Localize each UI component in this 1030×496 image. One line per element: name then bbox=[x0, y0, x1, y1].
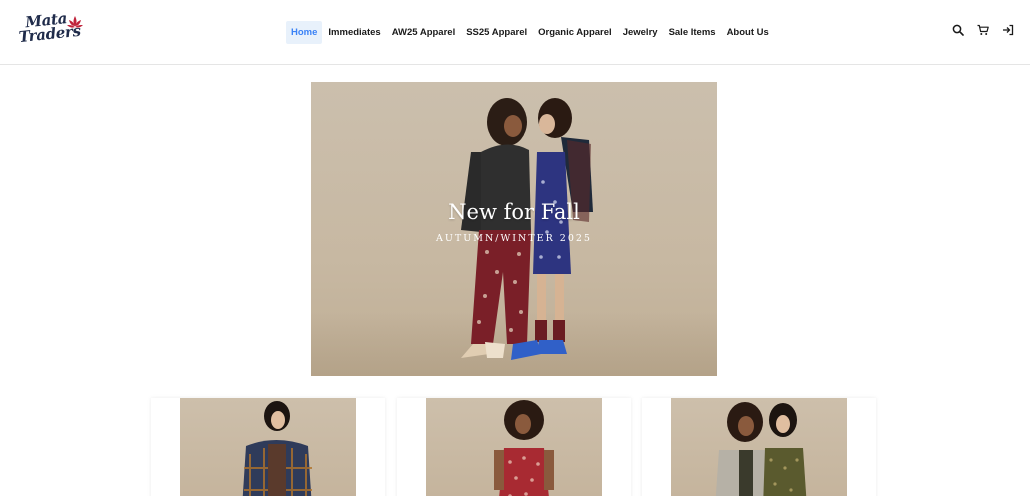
sign-in-icon[interactable] bbox=[1002, 24, 1014, 36]
red-dress-model-image bbox=[494, 400, 554, 496]
product-image bbox=[180, 398, 356, 496]
nav-ss25-apparel[interactable]: SS25 Apparel bbox=[461, 21, 532, 44]
plaid-jacket-model-image bbox=[242, 401, 312, 496]
nav-immediates[interactable]: Immediates bbox=[323, 21, 385, 44]
cart-icon[interactable] bbox=[977, 24, 989, 36]
nav-sale-items[interactable]: Sale Items bbox=[664, 21, 721, 44]
site-header: Mata Traders Home Immediates AW25 Appare… bbox=[0, 0, 1030, 65]
hero-title: New for Fall bbox=[448, 200, 580, 224]
nav-about-us[interactable]: About Us bbox=[722, 21, 774, 44]
product-card-plaid-jacket[interactable] bbox=[151, 398, 385, 496]
product-image bbox=[426, 398, 602, 496]
nav-jewelry[interactable]: Jewelry bbox=[618, 21, 663, 44]
product-image bbox=[671, 398, 847, 496]
hero-subtitle: AUTUMN/WINTER 2025 bbox=[436, 233, 592, 244]
hero-models-image bbox=[461, 98, 593, 360]
hero-banner[interactable]: New for Fall AUTUMN/WINTER 2025 bbox=[311, 82, 717, 376]
mata-traders-logo[interactable]: Mata Traders bbox=[16, 9, 88, 56]
search-icon[interactable] bbox=[952, 24, 964, 36]
product-card-red-dress[interactable] bbox=[397, 398, 631, 496]
duo-models-image bbox=[715, 402, 807, 496]
product-card-duo[interactable] bbox=[642, 398, 876, 496]
nav-home[interactable]: Home bbox=[286, 20, 323, 44]
lotus-icon bbox=[67, 16, 83, 28]
nav-aw25-apparel[interactable]: AW25 Apparel bbox=[387, 21, 461, 44]
nav-organic-apparel[interactable]: Organic Apparel bbox=[533, 21, 617, 44]
main-nav: Home Immediates AW25 Apparel SS25 Appare… bbox=[286, 20, 775, 44]
header-actions bbox=[952, 24, 1014, 36]
